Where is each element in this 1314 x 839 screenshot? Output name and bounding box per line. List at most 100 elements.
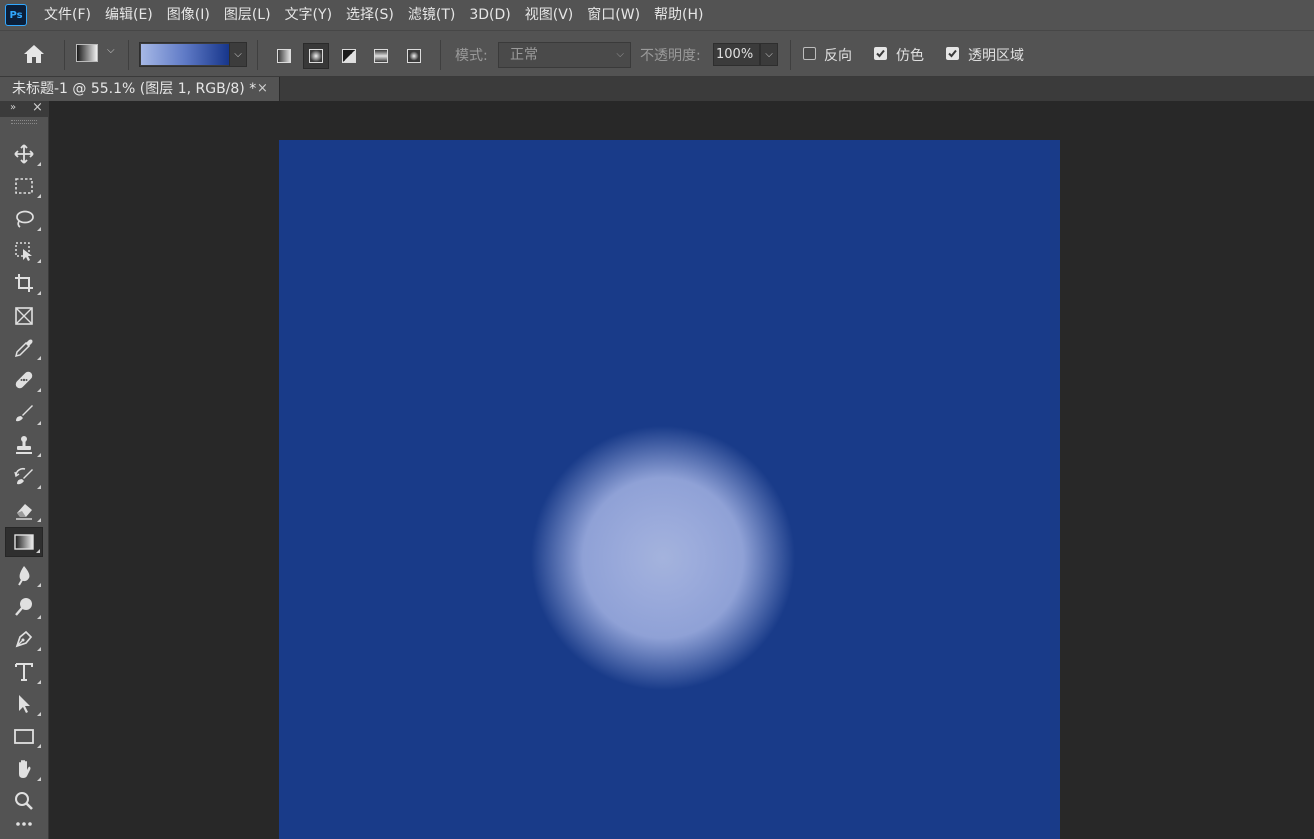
checkmark-icon [876,49,885,58]
zoom-icon [15,792,33,810]
tool-more[interactable] [5,819,43,839]
tools-panel-header: » × [0,100,49,117]
tool-eraser[interactable] [5,495,43,525]
path-select-icon [19,695,30,713]
photoshop-logo-icon: Ps [5,4,27,26]
tool-type[interactable] [5,657,43,687]
tool-zoom[interactable] [5,786,43,816]
separator [64,40,65,70]
gradient-preview[interactable] [141,44,229,65]
collapse-panel-icon[interactable]: » [10,102,16,113]
frame-icon [15,307,33,325]
mode-value: 正常 [510,47,538,63]
healing-brush-icon [15,371,33,389]
chevron-down-icon[interactable]: ⌵ [760,43,778,66]
lasso-icon [16,210,34,228]
menu-type[interactable]: 文字(Y) [278,0,339,30]
separator [128,40,129,70]
tool-lasso[interactable] [5,204,43,234]
menu-view[interactable]: 视图(V) [518,0,581,30]
tool-history-brush[interactable] [5,462,43,492]
hand-icon [19,760,31,778]
angle-gradient-icon [342,49,356,63]
menu-file[interactable]: 文件(F) [37,0,98,30]
reflected-gradient-icon [374,49,388,63]
diamond-gradient-icon [407,49,421,63]
tool-move[interactable] [5,139,43,169]
radial-gradient-icon [309,49,323,63]
tool-crop[interactable] [5,268,43,298]
close-icon[interactable]: × [32,100,43,115]
menu-bar: Ps 文件(F) 编辑(E) 图像(I) 图层(L) 文字(Y) 选择(S) 滤… [0,0,1314,30]
rectangle-icon [14,729,34,744]
menu-filter[interactable]: 滤镜(T) [401,0,462,30]
menu-help[interactable]: 帮助(H) [647,0,710,30]
menu-layer[interactable]: 图层(L) [217,0,278,30]
separator [257,40,258,70]
chevron-down-icon[interactable]: ⌵ [107,45,119,59]
separator [440,40,441,70]
crop-icon [15,274,33,292]
blur-icon [18,566,30,586]
mode-select[interactable]: 正常 ⌵ [498,42,631,68]
tools-panel: » × [0,100,49,839]
clone-stamp-icon [16,436,32,454]
document-tab-title: 未标题-1 @ 55.1% (图层 1, RGB/8) * [12,81,257,97]
tool-rectangle[interactable] [5,721,43,751]
home-button[interactable] [20,42,48,66]
transparency-label: 透明区域 [968,48,1024,64]
tool-path-select[interactable] [5,689,43,719]
gradient-picker[interactable]: ⌵ [139,42,247,67]
tool-eyedropper[interactable] [5,333,43,363]
opacity-label: 不透明度: [640,48,701,64]
menu-edit[interactable]: 编辑(E) [98,0,160,30]
chevron-down-icon[interactable]: ⌵ [229,43,246,66]
tool-frame[interactable] [5,301,43,331]
radial-gradient-button[interactable] [303,43,329,69]
document-canvas[interactable] [279,140,1060,839]
object-select-icon [15,242,32,261]
document-tab-bar: 未标题-1 @ 55.1% (图层 1, RGB/8) * × [0,77,1314,101]
history-brush-icon [14,467,33,485]
menu-image[interactable]: 图像(I) [160,0,217,30]
tool-gradient[interactable] [5,527,43,557]
linear-gradient-icon [277,49,291,63]
reverse-checkbox[interactable] [803,47,816,60]
menu-3d[interactable]: 3D(D) [462,0,517,30]
panel-grip[interactable] [11,120,37,124]
pen-icon [15,630,33,648]
dither-label: 仿色 [896,48,924,64]
close-icon[interactable]: × [257,77,271,101]
type-icon [15,663,33,681]
transparency-checkbox[interactable] [946,47,959,60]
separator [790,40,791,70]
mode-label: 模式: [455,48,488,64]
brush-icon [16,405,33,422]
document-tab[interactable]: 未标题-1 @ 55.1% (图层 1, RGB/8) * × [0,77,280,101]
diamond-gradient-button[interactable] [401,43,427,69]
linear-gradient-button[interactable] [271,43,297,69]
options-bar: ⌵ ⌵ 模式: 正常 ⌵ 不透明度: 100% ⌵ 反向 仿色 透明区域 [0,30,1314,77]
reflected-gradient-button[interactable] [368,43,394,69]
tool-object-select[interactable] [5,236,43,266]
tool-preset-picker[interactable] [76,44,98,62]
tool-blur[interactable] [5,560,43,590]
radial-gradient-glow [531,426,795,690]
opacity-input[interactable]: 100% [713,43,760,66]
menu-select[interactable]: 选择(S) [339,0,401,30]
gradient-tool-icon [14,534,34,550]
tool-hand[interactable] [5,754,43,784]
tool-pen[interactable] [5,624,43,654]
tool-rect-marquee[interactable] [5,171,43,201]
home-icon [24,45,44,63]
chevron-down-icon: ⌵ [616,49,624,60]
dither-checkbox[interactable] [874,47,887,60]
tool-clone-stamp[interactable] [5,430,43,460]
checkmark-icon [948,49,957,58]
angle-gradient-button[interactable] [336,43,362,69]
eyedropper-icon [14,339,33,358]
tool-brush[interactable] [5,398,43,428]
tool-healing-brush[interactable] [5,365,43,395]
menu-window[interactable]: 窗口(W) [580,0,647,30]
tool-dodge[interactable] [5,592,43,622]
